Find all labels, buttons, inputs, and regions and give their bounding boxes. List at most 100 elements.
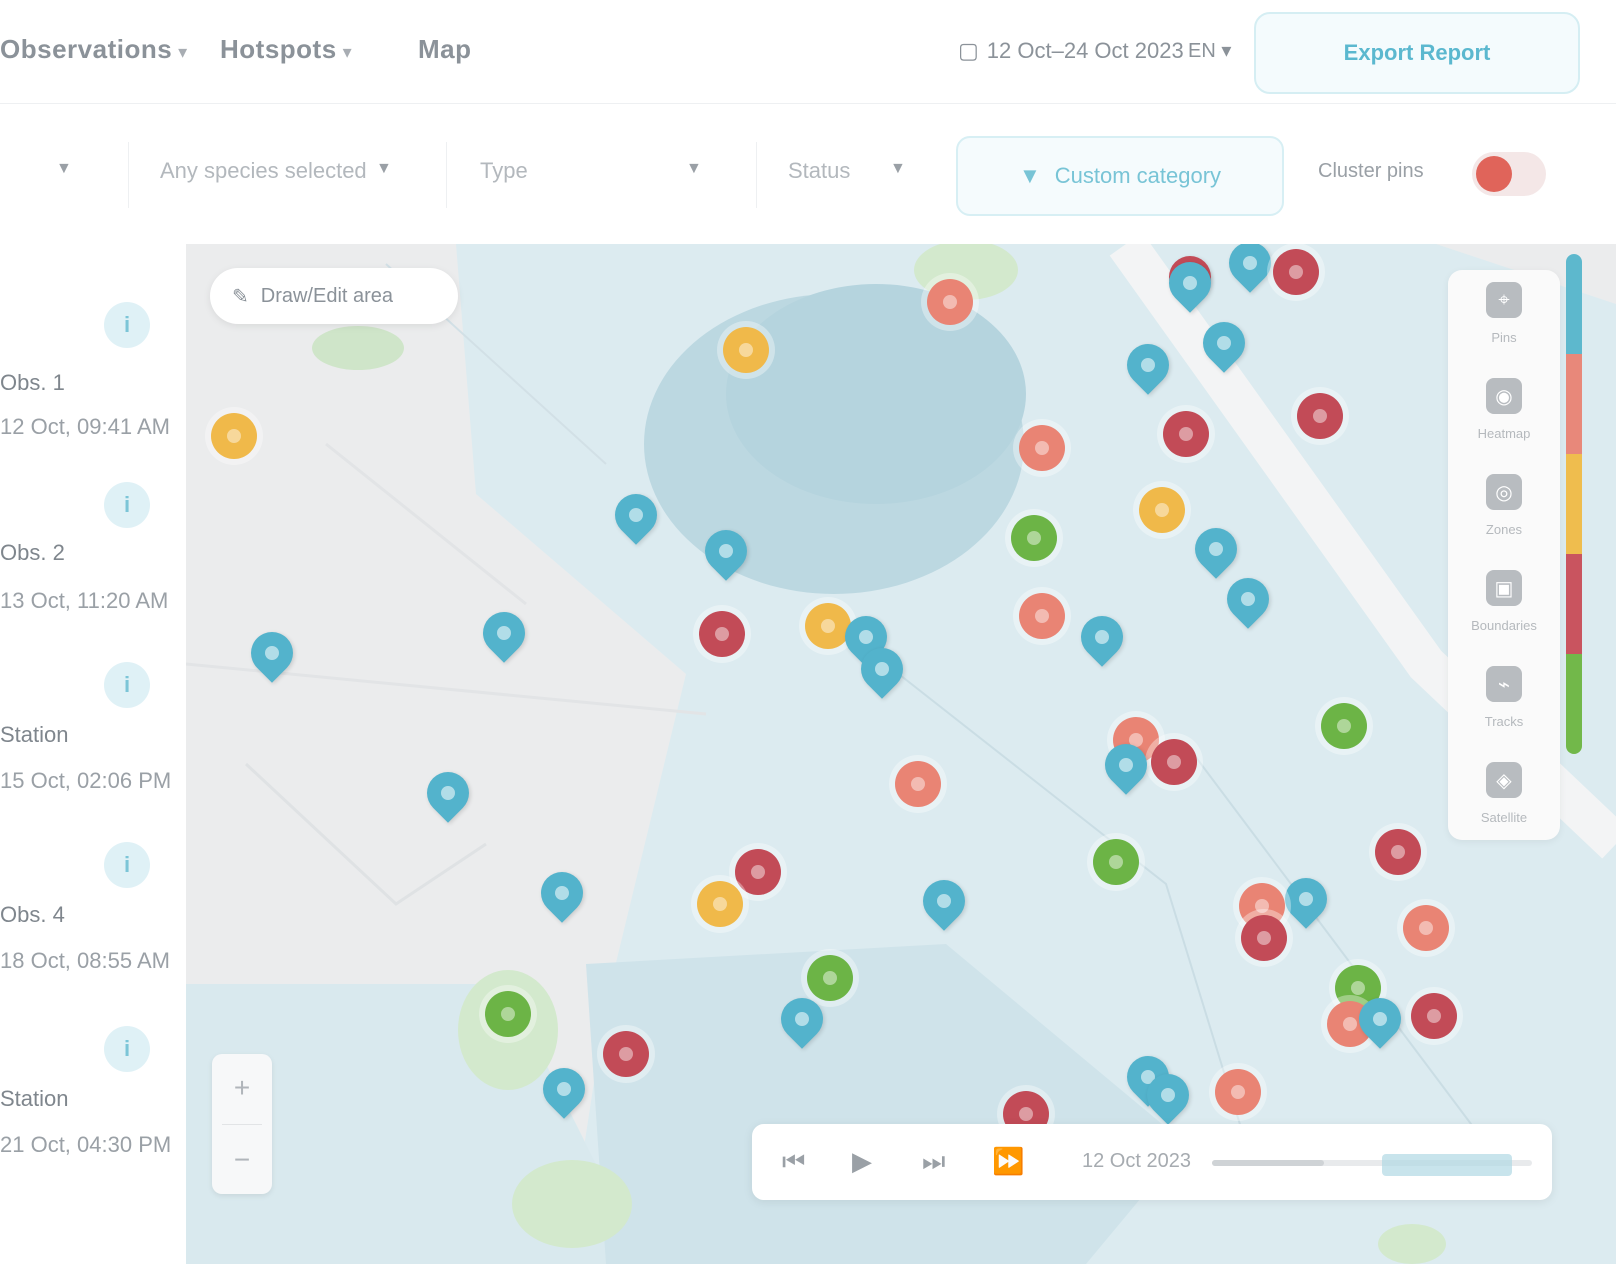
- type-select[interactable]: Type ▼: [480, 158, 710, 184]
- map-dot-marker[interactable]: [1411, 993, 1457, 1039]
- list-item-subtitle: 21 Oct, 04:30 PM: [0, 1132, 172, 1157]
- map-dot-marker[interactable]: [1151, 739, 1197, 785]
- list-item-subtitle: 15 Oct, 02:06 PM: [0, 768, 172, 793]
- map-dot-marker[interactable]: [807, 955, 853, 1001]
- skip-back-icon[interactable]: ⏮: [782, 1146, 805, 1178]
- legend-swatch: [1566, 654, 1582, 754]
- list-item-title: Station: [0, 722, 69, 747]
- breadcrumb-hotspots[interactable]: Hotspots ▾: [220, 34, 352, 65]
- speed-icon[interactable]: ⏩: [992, 1146, 1024, 1177]
- info-icon[interactable]: i: [104, 1026, 150, 1072]
- status-placeholder: Status: [788, 158, 851, 183]
- layer-label: Satellite: [1480, 810, 1528, 825]
- list-item[interactable]: Obs. 4 18 Oct, 08:55 AM i: [0, 840, 180, 1020]
- custom-category-button[interactable]: ▼ Custom category: [956, 136, 1284, 216]
- map-dot-marker[interactable]: [1011, 515, 1057, 561]
- layer-label: Boundaries: [1471, 618, 1537, 633]
- map-dot-marker[interactable]: [1321, 703, 1367, 749]
- list-item[interactable]: Station 21 Oct, 04:30 PM i: [0, 1020, 180, 1200]
- map-dot-marker[interactable]: [697, 881, 743, 927]
- language-select[interactable]: EN ▾: [1188, 38, 1231, 63]
- map-basemap: [186, 244, 1616, 1264]
- list-item[interactable]: Obs. 2 13 Oct, 11:20 AM i: [0, 480, 180, 660]
- pin-icon: ⌖: [1486, 282, 1522, 318]
- map-dot-marker[interactable]: [211, 413, 257, 459]
- region-select[interactable]: All ▼: [0, 158, 90, 184]
- map-dot-marker[interactable]: [603, 1031, 649, 1077]
- date-range-label: 12 Oct–24 Oct 2023: [986, 38, 1184, 63]
- info-icon[interactable]: i: [104, 482, 150, 528]
- map-dot-marker[interactable]: [895, 761, 941, 807]
- map-dot-marker[interactable]: [1403, 905, 1449, 951]
- skip-forward-icon[interactable]: ⏭: [922, 1146, 945, 1178]
- export-report-button[interactable]: Export Report: [1254, 12, 1580, 94]
- layer-zones[interactable]: ◎ Zones: [1448, 462, 1560, 558]
- layer-tracks[interactable]: ⌁ Tracks: [1448, 654, 1560, 750]
- track-icon: ⌁: [1486, 666, 1522, 702]
- zoom-in-button[interactable]: +: [212, 1058, 272, 1118]
- map-dot-marker[interactable]: [1139, 487, 1185, 533]
- chevron-down-icon: ▾: [1221, 40, 1232, 62]
- map-dot-marker[interactable]: [1297, 393, 1343, 439]
- list-item-title: Obs. 2: [0, 540, 65, 565]
- map-dot-marker[interactable]: [1215, 1069, 1261, 1115]
- layer-satellite[interactable]: ◈ Satellite: [1448, 750, 1560, 846]
- map-dot-marker[interactable]: [1273, 249, 1319, 295]
- observation-list: Obs. 1 12 Oct, 09:41 AM i Obs. 2 13 Oct,…: [0, 240, 180, 1264]
- layer-boundaries[interactable]: ▣ Boundaries: [1448, 558, 1560, 654]
- map-dot-marker[interactable]: [1241, 915, 1287, 961]
- status-select[interactable]: Status ▼: [788, 158, 918, 184]
- map-dot-marker[interactable]: [1093, 839, 1139, 885]
- chevron-down-icon: ▼: [56, 160, 72, 177]
- map-dot-marker[interactable]: [1019, 593, 1065, 639]
- map-dot-marker[interactable]: [485, 991, 531, 1037]
- zoom-out-button[interactable]: −: [212, 1130, 272, 1190]
- filter-toolbar: All ▼ Any species selected ▼ Type ▼ Stat…: [0, 120, 1616, 230]
- map-dot-marker[interactable]: [1163, 411, 1209, 457]
- chevron-down-icon: ▾: [178, 42, 188, 62]
- legend-swatch: [1566, 254, 1582, 354]
- layer-label: Pins: [1491, 330, 1517, 345]
- map-dot-marker[interactable]: [1019, 425, 1065, 471]
- language-label: EN: [1188, 40, 1216, 62]
- layer-label: Zones: [1485, 522, 1523, 537]
- chevron-down-icon: ▼: [376, 160, 392, 177]
- breadcrumb-map[interactable]: Map: [418, 34, 472, 65]
- draw-area-button[interactable]: ✎ Draw/Edit area: [210, 268, 458, 324]
- map-dot-marker[interactable]: [699, 611, 745, 657]
- cluster-toggle[interactable]: [1472, 152, 1546, 196]
- list-item[interactable]: Obs. 1 12 Oct, 09:41 AM i: [0, 300, 180, 480]
- map-dot-marker[interactable]: [927, 279, 973, 325]
- date-range-picker[interactable]: ▢ 12 Oct–24 Oct 2023: [958, 38, 1184, 64]
- breadcrumb-observations[interactable]: Observations ▾: [0, 34, 188, 65]
- map-dot-marker[interactable]: [723, 327, 769, 373]
- legend-swatch: [1566, 354, 1582, 454]
- satellite-icon: ◈: [1486, 762, 1522, 798]
- map-dot-marker[interactable]: [735, 849, 781, 895]
- species-select[interactable]: Any species selected ▼: [160, 158, 410, 184]
- list-item-title: Obs. 1: [0, 370, 65, 395]
- divider: [128, 142, 129, 208]
- info-icon[interactable]: i: [104, 842, 150, 888]
- legend-swatch: [1566, 554, 1582, 654]
- toggle-knob: [1476, 156, 1512, 192]
- info-icon[interactable]: i: [104, 662, 150, 708]
- list-item-subtitle: 13 Oct, 11:20 AM: [0, 588, 169, 613]
- map-dot-marker[interactable]: [805, 603, 851, 649]
- list-item[interactable]: Station 15 Oct, 02:06 PM i: [0, 660, 180, 840]
- breadcrumb-label: Hotspots: [220, 34, 337, 64]
- category-legend: [1566, 254, 1582, 754]
- export-report-label: Export Report: [1343, 40, 1491, 65]
- species-placeholder: Any species selected: [160, 158, 367, 183]
- layer-pins[interactable]: ⌖ Pins: [1448, 270, 1560, 366]
- layer-heatmap[interactable]: ◉ Heatmap: [1448, 366, 1560, 462]
- zone-icon: ◎: [1486, 474, 1522, 510]
- map-canvas[interactable]: ✎ Draw/Edit area ⌖ Pins ◉ Heatmap ◎ Zone…: [186, 244, 1616, 1264]
- map-dot-marker[interactable]: [1375, 829, 1421, 875]
- info-icon[interactable]: i: [104, 302, 150, 348]
- play-icon[interactable]: ▶: [852, 1146, 872, 1177]
- cluster-toggle-label: Cluster pins: [1318, 160, 1424, 182]
- divider: [756, 142, 757, 208]
- legend-swatch: [1566, 454, 1582, 554]
- region-value: All: [0, 158, 25, 183]
